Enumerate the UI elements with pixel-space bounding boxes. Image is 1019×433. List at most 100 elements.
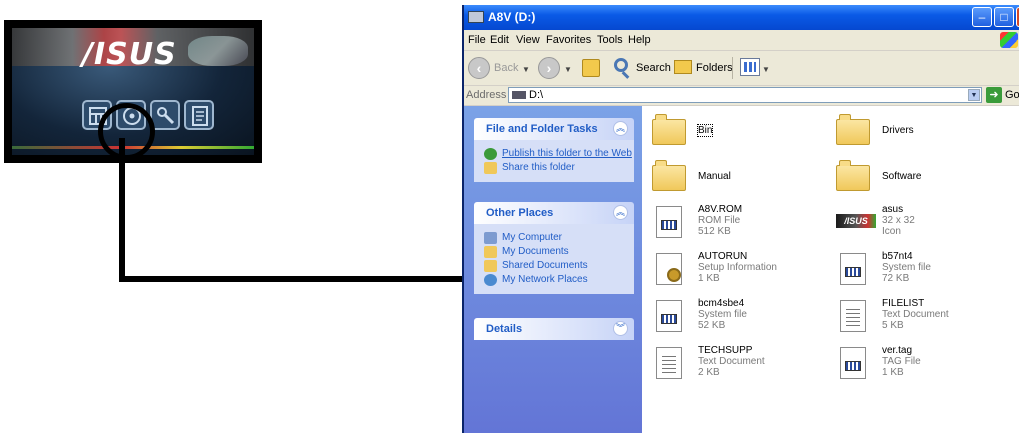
file-name: ver.tag <box>882 345 913 356</box>
maximize-button[interactable]: □ <box>994 7 1014 27</box>
document-icon[interactable] <box>184 100 214 130</box>
globe-icon <box>484 148 497 160</box>
file-type: Setup Information <box>698 262 777 273</box>
views-dropdown-icon[interactable]: ▼ <box>762 65 770 74</box>
folder-icon <box>836 113 870 147</box>
panel-title: Details <box>486 323 523 335</box>
back-button[interactable]: Back <box>494 62 518 74</box>
documents-folder-icon <box>484 246 497 258</box>
file-name: Software <box>882 171 922 182</box>
setup-file-icon <box>652 251 686 285</box>
file-item[interactable]: AUTORUN Setup Information 1 KB <box>652 251 832 295</box>
place-my-network[interactable]: My Network Places <box>474 274 634 286</box>
address-input[interactable]: D:\ ▼ <box>508 87 982 103</box>
network-icon <box>484 274 497 286</box>
computer-icon <box>484 232 497 244</box>
file-item-folder[interactable]: Software <box>836 159 1016 203</box>
folders-icon[interactable] <box>674 60 692 74</box>
panel-header[interactable]: Other Places ︽ <box>474 202 634 224</box>
system-file-icon <box>836 345 870 379</box>
collapse-chevron-icon[interactable]: ︽ <box>613 121 628 136</box>
window-title: A8V (D:) <box>488 10 536 24</box>
menu-edit[interactable]: Edit <box>490 34 509 46</box>
file-name: asus <box>882 204 904 215</box>
place-my-computer[interactable]: My Computer <box>474 232 634 244</box>
file-name: TECHSUPP <box>698 345 753 356</box>
task-share-folder[interactable]: Share this folder <box>474 162 634 174</box>
task-label: Share this folder <box>502 162 575 173</box>
file-type: 32 x 32 <box>882 215 915 226</box>
file-name: Bin <box>696 124 714 137</box>
expand-chevron-icon[interactable]: ︾ <box>613 321 628 336</box>
minimize-button[interactable]: – <box>972 7 992 27</box>
file-name: Drivers <box>882 125 914 136</box>
search-icon[interactable] <box>614 58 628 72</box>
file-item-folder[interactable]: Manual <box>652 159 832 203</box>
menu-help[interactable]: Help <box>628 34 651 46</box>
text-document-icon <box>836 298 870 332</box>
task-label: My Network Places <box>502 274 588 285</box>
drive-icon <box>512 91 526 99</box>
task-label: My Documents <box>502 246 569 257</box>
file-item[interactable]: TECHSUPP Text Document 2 KB <box>652 345 832 389</box>
menu-view[interactable]: View <box>516 34 540 46</box>
title-bar[interactable]: A8V (D:) – □ <box>464 5 1019 30</box>
file-size: 2 KB <box>698 367 720 378</box>
go-button[interactable]: Go <box>1005 89 1019 101</box>
file-item-folder[interactable]: Bin <box>652 113 832 157</box>
go-arrow-icon[interactable]: ➜ <box>986 87 1002 103</box>
file-item[interactable]: ver.tag TAG File 1 KB <box>836 345 1016 389</box>
file-item[interactable]: A8V.ROM ROM File 512 KB <box>652 204 832 248</box>
panel-title: File and Folder Tasks <box>486 123 598 135</box>
search-button[interactable]: Search <box>636 62 671 74</box>
share-folder-icon <box>484 162 497 174</box>
back-dropdown-icon[interactable]: ▼ <box>522 65 530 74</box>
file-name: A8V.ROM <box>698 204 743 215</box>
asus-logo: /ISUS <box>82 37 177 72</box>
panel-header[interactable]: File and Folder Tasks ︽ <box>474 118 634 140</box>
connector-line-horizontal <box>119 276 465 282</box>
file-name: AUTORUN <box>698 251 748 262</box>
folder-icon <box>652 113 686 147</box>
file-item[interactable]: b57nt4 System file 72 KB <box>836 251 1016 295</box>
highlight-circle <box>98 103 155 160</box>
views-icon[interactable] <box>740 58 760 76</box>
task-label: My Computer <box>502 232 563 243</box>
menu-favorites[interactable]: Favorites <box>546 34 591 46</box>
asus-launcher-panel: /ISUS <box>4 20 262 163</box>
task-pane: File and Folder Tasks ︽ Publish this fol… <box>464 106 642 433</box>
address-dropdown-icon[interactable]: ▼ <box>968 89 980 101</box>
file-size: Icon <box>882 226 901 237</box>
menu-file[interactable]: File <box>468 34 486 46</box>
file-type: System file <box>882 262 931 273</box>
file-size: 5 KB <box>882 320 904 331</box>
shared-folder-icon <box>484 260 497 272</box>
folder-icon <box>836 159 870 193</box>
collapse-chevron-icon[interactable]: ︽ <box>613 205 628 220</box>
forward-arrow-icon[interactable]: › <box>538 57 560 79</box>
menu-tools[interactable]: Tools <box>597 34 623 46</box>
task-publish-web[interactable]: Publish this folder to the Web <box>474 148 634 160</box>
file-name: bcm4sbe4 <box>698 298 745 309</box>
file-item-folder[interactable]: Drivers <box>836 113 1016 157</box>
address-value: D:\ <box>529 89 544 101</box>
file-type: Text Document <box>698 356 765 367</box>
windows-flag-icon <box>1000 32 1018 48</box>
drive-icon <box>468 11 484 23</box>
file-item[interactable]: FILELIST Text Document 5 KB <box>836 298 1016 342</box>
file-item[interactable]: bcm4sbe4 System file 52 KB <box>652 298 832 342</box>
file-type: Text Document <box>882 309 949 320</box>
system-file-icon <box>652 204 686 238</box>
address-label: Address <box>466 89 507 101</box>
toolbar-separator <box>732 57 733 79</box>
place-my-documents[interactable]: My Documents <box>474 246 634 258</box>
place-shared-documents[interactable]: Shared Documents <box>474 260 634 272</box>
back-arrow-icon[interactable]: ‹ <box>468 57 490 79</box>
file-item[interactable]: /ISUS asus 32 x 32 Icon <box>836 204 1016 248</box>
forward-dropdown-icon[interactable]: ▼ <box>564 65 572 74</box>
panel-header[interactable]: Details ︾ <box>474 318 634 340</box>
up-folder-icon[interactable] <box>582 59 600 77</box>
panel-body: My Computer My Documents Shared Document… <box>474 224 634 294</box>
folders-button[interactable]: Folders <box>696 62 733 74</box>
file-size: 72 KB <box>882 273 910 284</box>
